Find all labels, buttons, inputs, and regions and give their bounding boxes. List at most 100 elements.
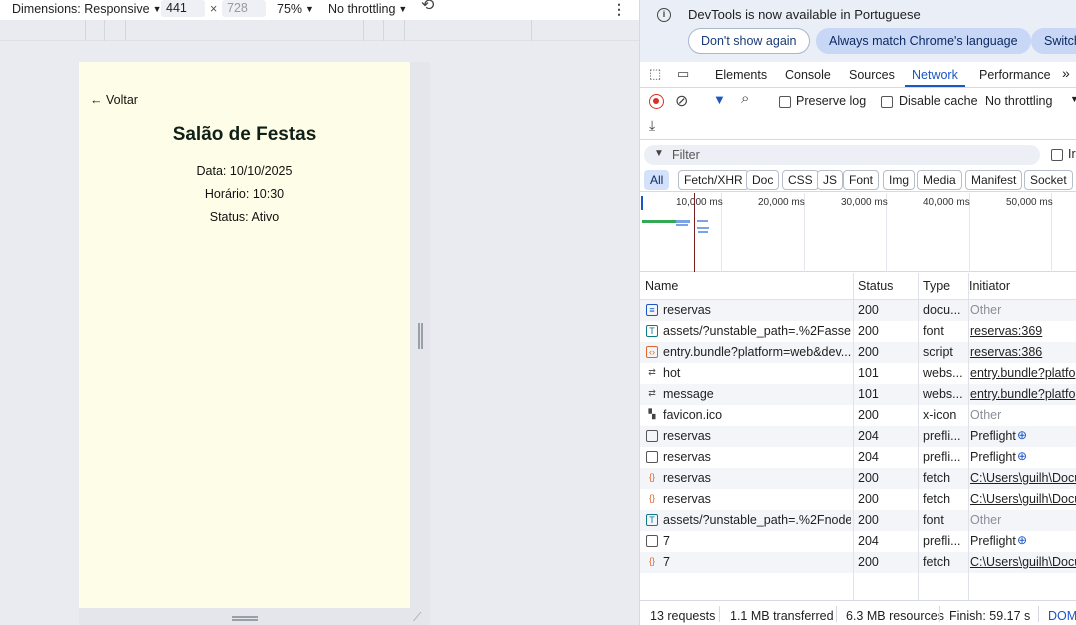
fetch-icon: {} [648, 493, 655, 503]
always-match-language-button[interactable]: Always match Chrome's language [816, 28, 1031, 54]
type-filter-css[interactable]: CSS [782, 170, 819, 190]
timeline-overview[interactable]: 10,000 ms 20,000 ms 30,000 ms 40,000 ms … [640, 193, 1076, 272]
tab-sources[interactable]: Sources [849, 68, 895, 82]
column-header-type[interactable]: Type [918, 273, 950, 299]
request-type: webs... [923, 366, 963, 380]
invert-label: Ir [1068, 147, 1076, 161]
network-request-table: Name Status Type Initiator ≡ reservas 200 d… [640, 273, 1076, 601]
type-filter-img[interactable]: Img [883, 170, 916, 190]
font-icon: T [646, 514, 658, 526]
column-header-status[interactable]: Status [853, 273, 893, 299]
devtools-tab-bar: ⬚ ▭ Elements Console Sources Network Per… [640, 62, 1076, 88]
timeline-label: 20,000 ms [758, 197, 805, 208]
type-filter-js[interactable]: JS [817, 170, 844, 190]
request-name: message [663, 387, 714, 401]
width-input[interactable]: 441 [161, 0, 205, 17]
width-resize-handle[interactable] [418, 323, 423, 349]
preflight-link-icon[interactable]: ⊕ [1017, 533, 1027, 547]
type-filter-all[interactable]: All [644, 170, 670, 190]
back-link[interactable]: ← Voltar [90, 93, 138, 107]
table-row[interactable]: reservas 204 prefli... Preflight ⊕ [640, 447, 1076, 468]
type-filter-media[interactable]: Media [917, 170, 962, 190]
request-name: entry.bundle?platform=web&dev... [663, 345, 851, 359]
height-input[interactable]: 728 [222, 0, 266, 17]
preserve-log-label: Preserve log [796, 94, 867, 108]
type-filter-manifest[interactable]: Manifest [965, 170, 1023, 190]
request-type: prefli... [923, 450, 961, 464]
record-icon[interactable] [649, 94, 664, 109]
timeline-bar [676, 220, 690, 223]
invert-checkbox[interactable] [1051, 149, 1063, 161]
ruler-divider [85, 20, 86, 41]
type-filter-font[interactable]: Font [843, 170, 880, 190]
table-row[interactable]: {} reservas 200 fetch C:\Users\guilh\Docu [640, 489, 1076, 510]
request-initiator: C:\Users\guilh\Docu [970, 471, 1076, 485]
preflight-icon [646, 430, 658, 442]
inspect-element-icon[interactable]: ⬚ [649, 66, 661, 82]
table-row[interactable]: ≡ reservas 200 docu... Other [640, 300, 1076, 321]
disable-cache-checkbox[interactable] [881, 96, 893, 108]
device-toolbar-icon[interactable]: ▭ [677, 66, 689, 82]
request-initiator: entry.bundle?platfo [970, 366, 1076, 380]
height-resize-handle[interactable] [232, 616, 258, 621]
request-initiator: C:\Users\guilh\Docu [970, 492, 1076, 506]
corner-resize-icon[interactable]: ⟋ [413, 610, 421, 625]
search-icon[interactable]: ⌕ [741, 90, 749, 107]
dimensions-label: Dimensions: Responsive [12, 2, 150, 16]
type-filter-fetch-xhr[interactable]: Fetch/XHR [678, 170, 749, 190]
network-throttling-dropdown[interactable]: No throttling [985, 94, 1052, 108]
request-initiator: reservas:386 [970, 345, 1043, 359]
preserve-log-checkbox[interactable] [779, 96, 791, 108]
table-row[interactable]: 7 204 prefli... Preflight ⊕ [640, 531, 1076, 552]
filter-row: ▼ Filter Ir [640, 142, 1076, 168]
zoom-dropdown[interactable]: 75% ▼ [277, 1, 314, 17]
table-row[interactable]: ▚ favicon.ico 200 x-icon Other [640, 405, 1076, 426]
websocket-icon: ⇄ [648, 367, 656, 377]
export-har-icon[interactable]: ⤓ [649, 117, 655, 134]
filter-icon[interactable]: ▼ [713, 92, 726, 107]
rotate-icon[interactable]: ⟲ [421, 0, 434, 14]
ruler-divider [125, 20, 126, 41]
favicon-icon: ▚ [648, 409, 656, 419]
table-row[interactable]: Tassets/?unstable_path=.%2Fnode... 200 fon… [640, 510, 1076, 531]
timeline-label: 50,000 ms [1006, 197, 1053, 208]
device-toolbar: Dimensions: Responsive ▼ 441 × 728 75% ▼ N… [0, 0, 639, 20]
network-status-bar: 13 requests 1.1 MB transferred 6.3 MB re… [640, 600, 1076, 625]
more-tabs-icon[interactable]: » [1062, 65, 1070, 81]
table-row[interactable]: {} reservas 200 fetch C:\Users\guilh\Docu [640, 468, 1076, 489]
preflight-link-icon[interactable]: ⊕ [1017, 449, 1027, 463]
timeline-label: 30,000 ms [841, 197, 888, 208]
request-name: reservas [663, 429, 711, 443]
tab-console[interactable]: Console [785, 68, 831, 82]
request-name: assets/?unstable_path=.%2Fasset... [663, 324, 851, 338]
tab-elements[interactable]: Elements [715, 68, 767, 82]
device-throttling-label: No throttling [328, 2, 396, 16]
more-options-icon[interactable]: ⋮ [612, 1, 626, 17]
switch-language-button[interactable]: Switch [1031, 28, 1076, 54]
timeline-bar [697, 227, 709, 229]
type-filter-socket[interactable]: Socket [1024, 170, 1073, 190]
table-row[interactable]: {} 7 200 fetch C:\Users\guilh\Docu [640, 552, 1076, 573]
request-status: 204 [858, 534, 879, 548]
table-row[interactable]: ‹› entry.bundle?platform=web&dev... 200 scr… [640, 342, 1076, 363]
status-divider [836, 606, 837, 622]
ruler-divider [104, 20, 105, 41]
fetch-icon: {} [648, 472, 655, 482]
tab-performance[interactable]: Performance [979, 68, 1051, 82]
preflight-link-icon[interactable]: ⊕ [1017, 428, 1027, 442]
table-row[interactable]: Tassets/?unstable_path=.%2Fasset... 200 fo… [640, 321, 1076, 342]
column-header-initiator[interactable]: Initiator [964, 273, 1010, 299]
table-row[interactable]: ⇄ message 101 webs... entry.bundle?platfo [640, 384, 1076, 405]
tab-network[interactable]: Network [912, 68, 958, 82]
filter-input[interactable]: ▼ Filter [644, 145, 1040, 165]
type-filter-doc[interactable]: Doc [746, 170, 780, 190]
chevron-down-icon[interactable]: ▼ [1070, 94, 1076, 104]
dimensions-dropdown[interactable]: Dimensions: Responsive ▼ [12, 1, 161, 17]
column-header-name[interactable]: Name [640, 273, 678, 299]
clear-icon[interactable]: ⊘ [675, 91, 688, 111]
table-row[interactable]: reservas 204 prefli... Preflight ⊕ [640, 426, 1076, 447]
table-row[interactable]: ⇄ hot 101 webs... entry.bundle?platfo [640, 363, 1076, 384]
reservation-status: Status: Ativo [209, 210, 280, 224]
dont-show-again-button[interactable]: Don't show again [688, 28, 810, 54]
device-throttling-dropdown[interactable]: No throttling ▼ [328, 1, 407, 17]
